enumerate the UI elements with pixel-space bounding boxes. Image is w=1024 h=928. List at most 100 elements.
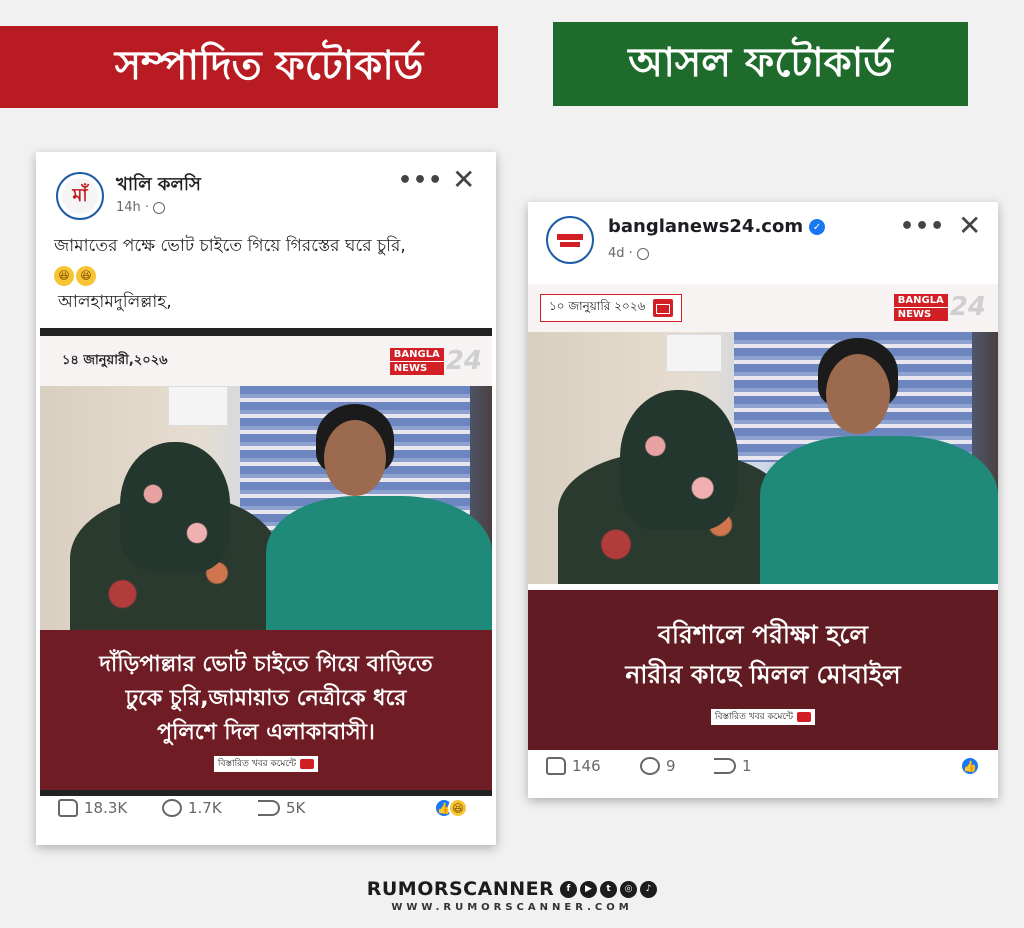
post-header: banglanews24.com ✓ 4d · ••• ✕ (528, 202, 998, 274)
thumbs-up-icon (58, 799, 78, 817)
caption-line: পুলিশে দিল এলাকাবাসী। (157, 720, 375, 745)
caption-line: বরিশালে পরীক্ষা হলে (657, 620, 869, 649)
reaction-icons[interactable]: 👍 (960, 756, 980, 776)
post-text: জামাতের পক্ষে ভোট চাইতে গিয়ে গিরস্তের ঘ… (54, 232, 406, 316)
laughing-emoji-icon: 😆 (76, 266, 96, 286)
logo-number: 24 (445, 346, 482, 376)
photocard-caption: দাঁড়িপাল্লার ভোট চাইতে গিয়ে বাড়িতে ঢু… (40, 630, 492, 790)
twitter-icon[interactable]: t (600, 880, 618, 898)
logo-text-bottom: NEWS (389, 360, 444, 375)
details-in-comment-tag: বিস্তারিত খবর কমেন্টে (213, 756, 319, 772)
logo-text-top: BANGLA (389, 347, 444, 361)
share-icon (258, 800, 280, 816)
facebook-icon[interactable]: f (560, 880, 578, 898)
link-icon (797, 712, 812, 722)
photocard-date: ১০ জানুয়ারি ২০২৬ (549, 299, 646, 313)
haha-reaction-icon: 😆 (448, 798, 468, 818)
share-button[interactable]: 5K (258, 799, 305, 817)
comment-icon (162, 799, 182, 817)
photocard-date-box: ১০ জানুয়ারি ২০২৬ (540, 294, 683, 322)
details-in-comment-tag: বিস্তারিত খবর কমেন্টে (710, 709, 816, 725)
comment-count: 9 (666, 757, 676, 775)
original-post-card: banglanews24.com ✓ 4d · ••• ✕ ১০ জানুয়ার… (528, 202, 998, 798)
social-icons: f ▶ t ◎ ♪ (560, 880, 658, 898)
logo-number: 24 (949, 292, 986, 322)
like-button[interactable]: 18.3K (58, 799, 127, 817)
share-icon (714, 758, 736, 774)
more-options-icon[interactable]: ••• (398, 168, 443, 193)
reaction-icons[interactable]: 👍 😆 (434, 798, 468, 818)
caption-line: নারীর কাছে মিলল মোবাইল (625, 660, 901, 689)
woman-in-uniform (760, 436, 998, 584)
emoji-line: 😆 😆 (54, 260, 406, 288)
youtube-icon[interactable]: ▶ (580, 880, 598, 898)
photocard-top-strip: ১৪ জানুয়ারী,২০২৬ BANGLA NEWS 24 (40, 336, 492, 386)
caption-line: ঢুকে চুরি,জামায়াত নেত্রীকে ধরে (125, 686, 407, 711)
niqab-veil (620, 390, 738, 530)
page-avatar[interactable] (546, 216, 594, 264)
face (826, 354, 890, 434)
close-icon[interactable]: ✕ (958, 212, 981, 240)
avatar-logo-icon: মাঁ (62, 178, 98, 214)
verified-badge-icon: ✓ (809, 219, 826, 235)
calendar-icon (653, 299, 674, 317)
post-text-line: জামাতের পক্ষে ভোট চাইতে গিয়ে গিরস্তের ঘ… (54, 236, 406, 256)
share-count: 1 (742, 757, 752, 775)
footer: RUMORSCANNER f ▶ t ◎ ♪ WWW.RUMORSCANNER.… (0, 878, 1024, 913)
logo-text-top: BANGLA (893, 293, 948, 307)
website-url[interactable]: WWW.RUMORSCANNER.COM (0, 902, 1024, 913)
face (324, 420, 386, 496)
laughing-emoji-icon: 😆 (54, 266, 74, 286)
comment-icon (640, 757, 660, 775)
share-button[interactable]: 1 (714, 757, 752, 775)
share-count: 5K (286, 799, 306, 817)
page-avatar[interactable]: মাঁ (56, 172, 104, 220)
comment-button[interactable]: 9 (640, 757, 676, 775)
banglanews24-logo: BANGLA NEWS 24 (893, 292, 986, 322)
globe-icon (636, 247, 649, 260)
post-text-line: আলহামদুলিল্লাহ, (58, 292, 172, 312)
post-image[interactable]: ১০ জানুয়ারি ২০২৬ BANGLA NEWS 24 বরিশালে … (528, 284, 998, 754)
woman-in-uniform (266, 496, 492, 630)
like-count: 18.3K (84, 799, 128, 817)
logo-text-bottom: NEWS (893, 306, 948, 321)
wall-notice (168, 386, 228, 426)
like-button[interactable]: 146 (546, 757, 601, 775)
instagram-icon[interactable]: ◎ (620, 880, 638, 898)
tiktok-icon[interactable]: ♪ (640, 880, 658, 898)
thumbs-up-icon (546, 757, 566, 775)
page-name[interactable]: banglanews24.com (608, 216, 803, 237)
details-tag-text: বিস্তারিত খবর কমেন্টে (217, 759, 297, 769)
post-time[interactable]: 4d · (608, 246, 633, 261)
post-meta: 4d · (608, 246, 649, 261)
post-header: মাঁ খালি কলসি 14h · ••• ✕ (36, 152, 496, 224)
brand-name: RUMORSCANNER (366, 878, 555, 900)
photocard-caption: বরিশালে পরীক্ষা হলে নারীর কাছে মিলল মোবা… (528, 590, 998, 750)
page-name-row: banglanews24.com ✓ (608, 216, 826, 237)
globe-icon (153, 201, 166, 214)
details-tag-text: বিস্তারিত খবর কমেন্টে (714, 712, 794, 722)
edited-photocard-banner: সম্পাদিত ফটোকার্ড (0, 26, 498, 108)
post-time[interactable]: 14h · (116, 200, 149, 215)
avatar-logo-icon (551, 229, 589, 251)
like-reaction-icon: 👍 (960, 756, 980, 776)
news-photo (528, 332, 998, 584)
post-meta: 14h · (116, 200, 166, 215)
niqab-veil (120, 442, 230, 572)
more-options-icon[interactable]: ••• (900, 214, 945, 239)
caption-line: দাঁড়িপাল্লার ভোট চাইতে গিয়ে বাড়িতে (99, 652, 433, 677)
comment-button[interactable]: 1.7K (162, 799, 222, 817)
rumorscanner-brand: RUMORSCANNER f ▶ t ◎ ♪ (367, 878, 658, 900)
news-photo (40, 386, 492, 630)
like-count: 146 (572, 757, 601, 775)
post-image[interactable]: ১৪ জানুয়ারী,২০২৬ BANGLA NEWS 24 দাঁড়িপা… (40, 328, 492, 796)
comment-count: 1.7K (188, 799, 222, 817)
close-icon[interactable]: ✕ (452, 166, 475, 194)
wall-notice (666, 334, 722, 372)
edited-post-card: মাঁ খালি কলসি 14h · ••• ✕ জামাতের পক্ষে … (36, 152, 496, 845)
page-name[interactable]: খালি কলসি (116, 170, 201, 201)
photocard-top-strip: ১০ জানুয়ারি ২০২৬ BANGLA NEWS 24 (528, 284, 998, 332)
photocard-date: ১৪ জানুয়ারী,২০২৬ (62, 352, 168, 368)
banglanews24-logo: BANGLA NEWS 24 (389, 346, 482, 376)
link-icon (300, 759, 315, 769)
